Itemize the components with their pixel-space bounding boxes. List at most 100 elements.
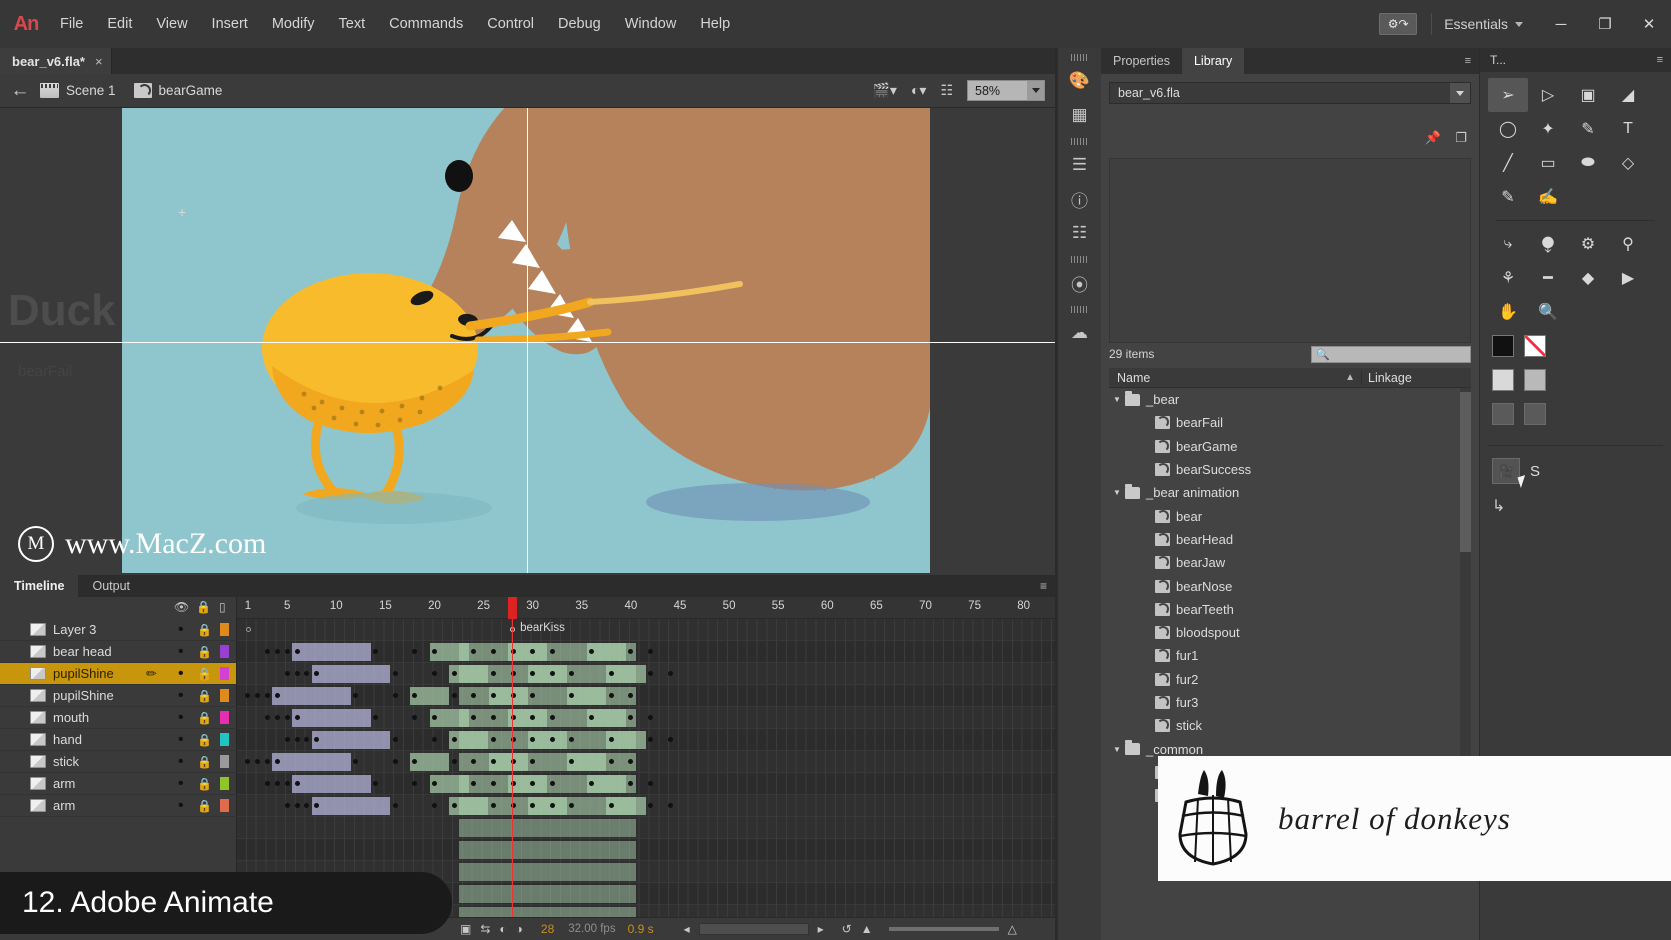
- library-symbol[interactable]: bearJaw: [1109, 551, 1471, 574]
- menu-modify[interactable]: Modify: [260, 0, 327, 48]
- frame-row[interactable]: [237, 817, 1055, 839]
- library-symbol[interactable]: bearTeeth: [1109, 598, 1471, 621]
- library-document-selector[interactable]: bear_v6.fla: [1109, 82, 1471, 104]
- black-white-icon[interactable]: [1492, 369, 1514, 391]
- width-tool[interactable]: ━: [1528, 261, 1568, 295]
- stage-canvas[interactable]: +: [122, 108, 930, 573]
- edit-symbols-icon[interactable]: ◐▾: [911, 82, 926, 99]
- motion-editor-icon[interactable]: ⦿: [1058, 266, 1101, 300]
- layer-outline-color[interactable]: [220, 689, 229, 702]
- pin-icon[interactable]: 📌: [1425, 130, 1441, 146]
- layer-row[interactable]: bear head • 🔒: [0, 641, 236, 663]
- menu-window[interactable]: Window: [613, 0, 689, 48]
- layer-row[interactable]: arm • 🔒: [0, 773, 236, 795]
- layer-outline-color[interactable]: [220, 711, 229, 724]
- reset-icon[interactable]: ↺: [842, 922, 852, 936]
- library-symbol[interactable]: fur3: [1109, 691, 1471, 714]
- frame-row[interactable]: [237, 751, 1055, 773]
- stroke-color-swatch[interactable]: [1492, 335, 1514, 357]
- menu-commands[interactable]: Commands: [377, 0, 475, 48]
- library-symbol[interactable]: bearNose: [1109, 574, 1471, 597]
- layer-lock-toggle[interactable]: 🔒: [197, 645, 212, 659]
- scrub-bar[interactable]: [698, 923, 809, 935]
- resize-icon[interactable]: ▲: [861, 922, 873, 936]
- chevron-down-icon[interactable]: ▼: [1109, 745, 1125, 754]
- zoom-slider-max-icon[interactable]: △: [1008, 922, 1017, 936]
- fill-color-swatch[interactable]: [1524, 335, 1546, 357]
- back-arrow-icon[interactable]: ←: [0, 80, 40, 102]
- onion-outline-icon[interactable]: ◑: [516, 922, 523, 936]
- menu-debug[interactable]: Debug: [546, 0, 613, 48]
- layer-outline-color[interactable]: [220, 667, 229, 680]
- layer-outline-color[interactable]: [220, 733, 229, 746]
- frame-row[interactable]: [237, 773, 1055, 795]
- eye-icon[interactable]: 👁: [174, 600, 189, 614]
- layer-lock-toggle[interactable]: 🔒: [197, 689, 212, 703]
- lasso-tool[interactable]: ◯: [1488, 112, 1528, 146]
- bind-tool[interactable]: ⧭: [1528, 227, 1568, 261]
- center-frame-icon[interactable]: ▣: [460, 922, 471, 936]
- zoom-tool[interactable]: 🔍: [1528, 295, 1568, 329]
- outline-icon[interactable]: ▯: [219, 600, 226, 614]
- frame-row[interactable]: [237, 663, 1055, 685]
- onion-skin-icon[interactable]: ◐: [499, 922, 506, 936]
- library-symbol[interactable]: stick: [1109, 714, 1471, 737]
- frame-row[interactable]: [237, 685, 1055, 707]
- eraser-alt-tool[interactable]: ▶: [1608, 261, 1648, 295]
- eyedropper-tool[interactable]: ⚘: [1488, 261, 1528, 295]
- anchor-icon[interactable]: ↳: [1492, 496, 1505, 516]
- frame-grid[interactable]: 1 5 10 15 20 25 30 35 40 45 50 55 60 65 70 75 80 bearKis…: [237, 597, 1055, 917]
- library-scrollbar-thumb[interactable]: [1460, 392, 1471, 552]
- close-icon[interactable]: ×: [95, 54, 103, 69]
- layer-row[interactable]: pupilShine ✏ • 🔒: [0, 663, 236, 685]
- column-linkage[interactable]: Linkage: [1361, 370, 1471, 385]
- stage-center-icon[interactable]: ☷: [940, 82, 953, 99]
- layer-lock-toggle[interactable]: 🔒: [197, 711, 212, 725]
- fps-value[interactable]: 32.00 fps: [568, 923, 615, 935]
- layer-lock-toggle[interactable]: 🔒: [197, 777, 212, 791]
- info-icon[interactable]: ⓘ: [1058, 182, 1101, 216]
- library-folder[interactable]: ▼ _bear: [1109, 388, 1471, 411]
- free-transform-tool[interactable]: ▣: [1568, 78, 1608, 112]
- tab-output[interactable]: Output: [78, 575, 144, 597]
- play-back-icon[interactable]: ◂: [684, 922, 690, 936]
- snap-to-objects-icon[interactable]: [1492, 403, 1514, 425]
- new-library-panel-icon[interactable]: ❐: [1455, 130, 1467, 146]
- pencil-tool[interactable]: ✎: [1488, 180, 1528, 214]
- chevron-down-icon[interactable]: [1450, 83, 1470, 103]
- tab-timeline[interactable]: Timeline: [0, 575, 79, 597]
- frame-row[interactable]: [237, 839, 1055, 861]
- chevron-down-icon[interactable]: ▼: [1109, 395, 1125, 404]
- library-symbol[interactable]: bearSuccess: [1109, 458, 1471, 481]
- dock-grip[interactable]: [1071, 54, 1088, 61]
- magic-wand-tool[interactable]: ✦: [1528, 112, 1568, 146]
- zoom-slider[interactable]: [888, 927, 999, 931]
- chevron-down-icon[interactable]: [1027, 81, 1044, 100]
- bone-tool[interactable]: ⤷: [1488, 227, 1528, 261]
- eraser-tool[interactable]: ◆: [1568, 261, 1608, 295]
- library-symbol[interactable]: bearGame: [1109, 435, 1471, 458]
- smooth-option-icon[interactable]: [1524, 403, 1546, 425]
- column-name[interactable]: Name: [1109, 371, 1345, 385]
- layer-outline-color[interactable]: [220, 799, 229, 812]
- line-tool[interactable]: ╱: [1488, 146, 1528, 180]
- timeline-ruler[interactable]: 1 5 10 15 20 25 30 35 40 45 50 55 60 65 70 75 80: [237, 597, 1055, 619]
- library-symbol[interactable]: bearFail: [1109, 411, 1471, 434]
- workspace-switcher[interactable]: Essentials: [1444, 16, 1523, 32]
- paint-bucket-tool[interactable]: ⚙: [1568, 227, 1608, 261]
- layer-lock-toggle[interactable]: 🔒: [197, 799, 212, 813]
- dock-grip[interactable]: [1071, 138, 1088, 145]
- tab-library[interactable]: Library: [1181, 48, 1245, 74]
- playhead-marker[interactable]: [508, 597, 518, 619]
- selection-tool[interactable]: ➢: [1488, 78, 1528, 112]
- sync-settings-icon[interactable]: ⚙↷: [1379, 13, 1418, 35]
- creative-cloud-icon[interactable]: ☁: [1058, 316, 1101, 350]
- gradient-transform-tool[interactable]: ◢: [1608, 78, 1648, 112]
- brush-tool[interactable]: ✍: [1528, 180, 1568, 214]
- layer-row[interactable]: pupilShine • 🔒: [0, 685, 236, 707]
- menu-edit[interactable]: Edit: [95, 0, 144, 48]
- layer-row[interactable]: arm • 🔒: [0, 795, 236, 817]
- frame-row[interactable]: bearKiss: [237, 619, 1055, 641]
- layer-lock-toggle[interactable]: 🔒: [197, 733, 212, 747]
- minimize-button[interactable]: ─: [1539, 0, 1583, 48]
